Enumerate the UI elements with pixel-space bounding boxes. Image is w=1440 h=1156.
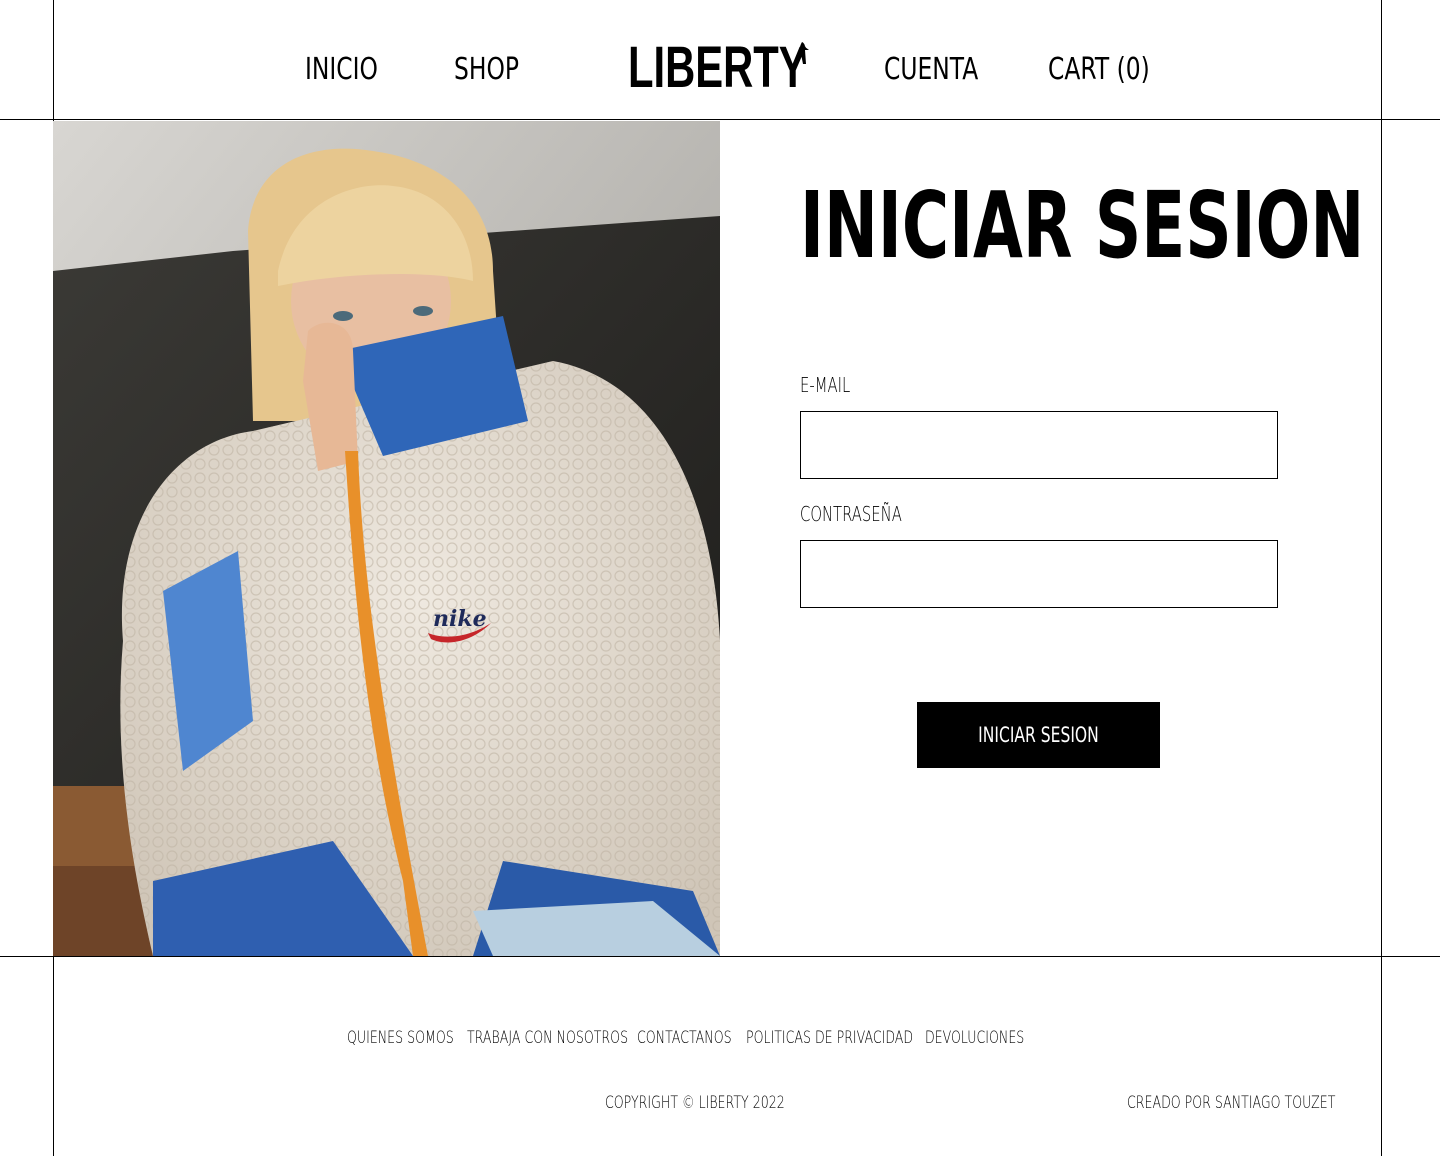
- email-field[interactable]: [800, 411, 1278, 479]
- hero-photo-illustration: nike: [53, 121, 720, 956]
- header-divider: [0, 119, 1440, 120]
- password-label: CONTRASEÑA: [800, 502, 902, 526]
- footer-link-trabaja[interactable]: TRABAJA CON NOSOTROS: [467, 1026, 628, 1050]
- email-label: E-MAIL: [800, 373, 851, 397]
- login-submit-label: INICIAR SESION: [978, 723, 1099, 747]
- nav-link-shop[interactable]: SHOP: [454, 48, 519, 92]
- footer-link-devoluciones[interactable]: DEVOLUCIONES: [925, 1026, 1024, 1050]
- credit-text: CREADO POR SANTIAGO TOUZET: [1127, 1093, 1336, 1113]
- footer-link-quienes-somos[interactable]: QUIENES SOMOS: [347, 1026, 454, 1050]
- page-title: INICIAR SESION: [800, 172, 1365, 279]
- copyright-text: COPYRIGHT © LIBERTY 2022: [605, 1093, 785, 1113]
- login-submit-button[interactable]: INICIAR SESION: [917, 702, 1160, 768]
- site-logo[interactable]: LIBERTY: [628, 39, 807, 97]
- nav-link-inicio[interactable]: INICIO: [305, 48, 378, 92]
- password-field[interactable]: [800, 540, 1278, 608]
- frame-line-right: [1381, 0, 1382, 1156]
- footer-divider: [0, 956, 1440, 957]
- footer-link-privacidad[interactable]: POLITICAS DE PRIVACIDAD: [746, 1026, 913, 1050]
- footer-link-contactanos[interactable]: CONTACTANOS: [637, 1026, 732, 1050]
- bird-icon: [799, 42, 809, 64]
- nike-logo-icon: nike: [433, 606, 487, 632]
- hero-photo: nike: [53, 121, 720, 956]
- nav-link-cuenta[interactable]: CUENTA: [884, 48, 978, 92]
- nav-link-cart[interactable]: CART (0): [1048, 48, 1150, 92]
